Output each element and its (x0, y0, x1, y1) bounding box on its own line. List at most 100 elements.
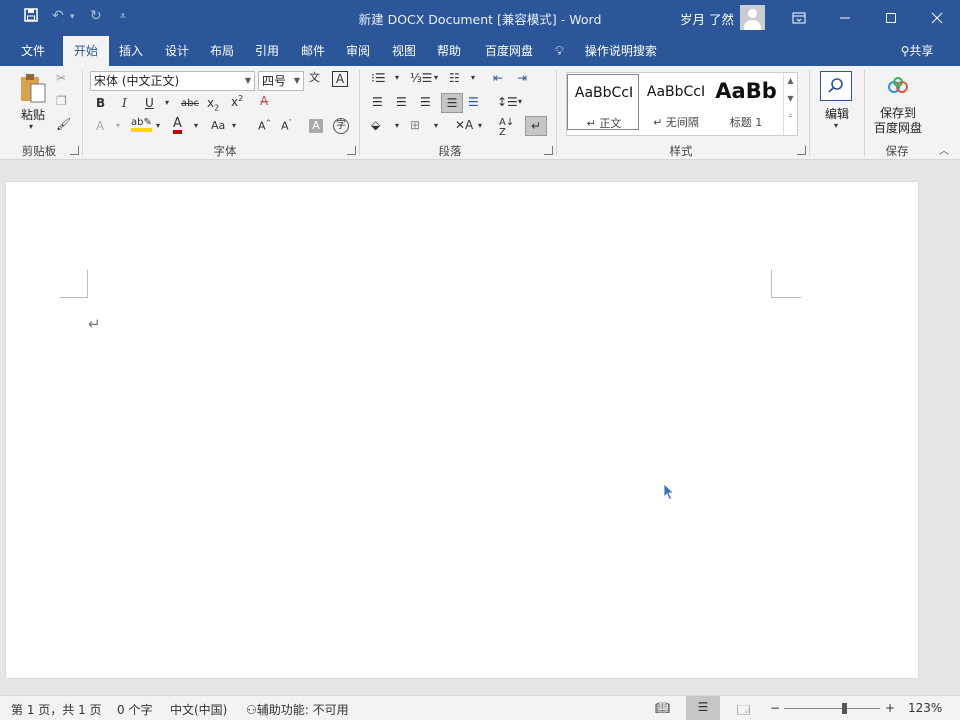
search-icon[interactable] (820, 71, 852, 101)
print-layout-icon[interactable]: ☰ (686, 696, 720, 720)
zoom-slider-thumb[interactable] (841, 703, 847, 714)
page-count[interactable]: 第 1 页，共 1 页 (11, 701, 102, 718)
character-shading-icon[interactable]: A (309, 119, 323, 133)
collapse-ribbon-icon[interactable]: ︿ (939, 147, 949, 157)
numbering-dropdown-icon[interactable]: ▾ (434, 74, 438, 82)
styles-dialog-launcher[interactable] (797, 146, 806, 155)
tab-home[interactable]: 开始 (63, 36, 109, 66)
strikethrough-icon[interactable]: abc (181, 99, 199, 109)
tab-file[interactable]: 文件 (10, 36, 56, 66)
shrink-font-icon[interactable]: Aˇ (281, 120, 292, 132)
bold-icon[interactable]: B (96, 97, 105, 109)
line-spacing-dropdown-icon[interactable]: ▾ (518, 98, 522, 106)
cut-icon[interactable]: ✂ (56, 72, 66, 84)
chinese-layout-dropdown-icon[interactable]: ▾ (478, 122, 482, 130)
accessibility-status[interactable]: ⚇辅助功能: 不可用 (246, 701, 349, 718)
styles-more-icon[interactable]: ⩡ (784, 111, 797, 121)
avatar[interactable] (740, 5, 765, 30)
tab-help[interactable]: 帮助 (428, 36, 470, 66)
clipboard-dialog-launcher[interactable] (70, 146, 79, 155)
decrease-indent-icon[interactable]: ⇤ (493, 72, 503, 84)
editing-button[interactable]: 编辑 (818, 105, 856, 122)
user-name[interactable]: 岁月 了然 (680, 9, 734, 28)
paste-label[interactable]: 粘贴 (18, 106, 48, 123)
change-case-dropdown-icon[interactable]: ▾ (232, 122, 236, 130)
tab-review[interactable]: 审阅 (337, 36, 379, 66)
tell-me-search[interactable]: 💡︎ 操作说明搜索 (555, 36, 663, 66)
zoom-slider[interactable] (784, 703, 880, 714)
numbering-icon[interactable]: ⅓☰ (410, 72, 432, 84)
tab-insert[interactable]: 插入 (110, 36, 152, 66)
clear-formatting-icon[interactable]: A̶ (260, 95, 268, 107)
borders-icon[interactable]: ⊞ (410, 119, 420, 131)
tab-layout[interactable]: 布局 (201, 36, 243, 66)
format-painter-icon[interactable]: 🖌︎ (56, 118, 71, 130)
style-no-spacing[interactable]: AaBbCcI ↵ 无间隔 (640, 74, 712, 130)
zoom-level[interactable]: 123% (908, 701, 942, 715)
ribbon-display-options-icon[interactable] (776, 0, 822, 36)
web-layout-icon[interactable]: 🗔︎ (737, 701, 750, 720)
justify-icon[interactable]: ☰ (441, 93, 463, 113)
bullets-icon[interactable]: ⁝☰ (371, 72, 386, 84)
zoom-out-icon[interactable]: − (770, 701, 780, 715)
align-left-icon[interactable]: ☰ (372, 96, 383, 108)
paste-dropdown-icon[interactable]: ▾ (29, 123, 33, 131)
highlight-icon[interactable]: ab✎ (131, 118, 152, 132)
maximize-icon[interactable] (868, 0, 914, 36)
tab-references[interactable]: 引用 (246, 36, 288, 66)
superscript-icon[interactable]: x2 (231, 95, 243, 109)
tab-design[interactable]: 设计 (156, 36, 198, 66)
share-button[interactable]: ⚲共享 (894, 36, 940, 66)
paragraph-dialog-launcher[interactable] (544, 146, 553, 155)
enclose-characters-icon[interactable]: 字 (333, 118, 349, 134)
font-dialog-launcher[interactable] (347, 146, 356, 155)
tab-view[interactable]: 视图 (383, 36, 425, 66)
font-color-icon[interactable]: A (173, 117, 182, 134)
increase-indent-icon[interactable]: ⇥ (517, 72, 527, 84)
save-to-baidu-button[interactable]: 保存到 百度网盘 (868, 106, 928, 136)
character-border-icon[interactable]: A (332, 71, 348, 87)
align-right-icon[interactable]: ☰ (420, 96, 431, 108)
paste-icon[interactable] (18, 72, 48, 106)
multilevel-list-icon[interactable]: ☷ (449, 72, 460, 84)
tab-baidu-netdisk[interactable]: 百度网盘 (478, 36, 540, 66)
distributed-icon[interactable]: ☰ (468, 96, 479, 108)
shading-dropdown-icon[interactable]: ▾ (395, 122, 399, 130)
font-color-dropdown-icon[interactable]: ▾ (194, 122, 198, 130)
text-effects-icon[interactable]: A (96, 120, 104, 132)
italic-icon[interactable]: I (122, 97, 127, 109)
text-effects-dropdown-icon[interactable]: ▾ (116, 122, 120, 130)
copy-icon[interactable]: ❐ (56, 95, 67, 107)
read-mode-icon[interactable]: 📖︎ (655, 701, 670, 715)
font-size-combo[interactable]: 四号 ▼ (258, 71, 304, 91)
multilevel-list-dropdown-icon[interactable]: ▾ (471, 74, 475, 82)
borders-dropdown-icon[interactable]: ▾ (434, 122, 438, 130)
highlight-dropdown-icon[interactable]: ▾ (156, 122, 160, 130)
scroll-up-icon[interactable]: ▲ (784, 76, 797, 85)
align-center-icon[interactable]: ☰ (396, 96, 407, 108)
style-normal[interactable]: AaBbCcI ↵ 正文 (567, 74, 639, 130)
tab-mailings[interactable]: 邮件 (292, 36, 334, 66)
grow-font-icon[interactable]: A^ (258, 120, 271, 132)
show-formatting-marks-icon[interactable]: ↵ (525, 116, 547, 136)
minimize-icon[interactable] (822, 0, 868, 36)
change-case-icon[interactable]: Aa (211, 120, 225, 131)
scroll-down-icon[interactable]: ▼ (784, 94, 797, 103)
baidu-cloud-icon[interactable] (886, 77, 910, 98)
bullets-dropdown-icon[interactable]: ▾ (395, 74, 399, 82)
line-spacing-icon[interactable]: ↕☰ (497, 96, 518, 108)
font-name-combo[interactable]: 宋体 (中文正文) ▼ (90, 71, 255, 91)
editing-dropdown-icon[interactable]: ▾ (834, 122, 838, 130)
language[interactable]: 中文(中国) (170, 701, 227, 718)
close-icon[interactable] (914, 0, 960, 36)
zoom-in-icon[interactable]: + (885, 701, 895, 715)
chinese-layout-icon[interactable]: ✕A (455, 119, 473, 131)
phonetic-guide-icon[interactable]: 文 (309, 72, 320, 83)
underline-dropdown-icon[interactable]: ▾ (165, 99, 169, 107)
underline-icon[interactable]: U (145, 97, 154, 109)
document-page[interactable]: ↵ (6, 182, 918, 678)
word-count[interactable]: 0 个字 (117, 701, 152, 718)
subscript-icon[interactable]: x2 (207, 97, 219, 112)
style-heading-1[interactable]: AaBb 标题 1 (712, 74, 780, 130)
shading-icon[interactable]: ⬙ (371, 119, 380, 131)
